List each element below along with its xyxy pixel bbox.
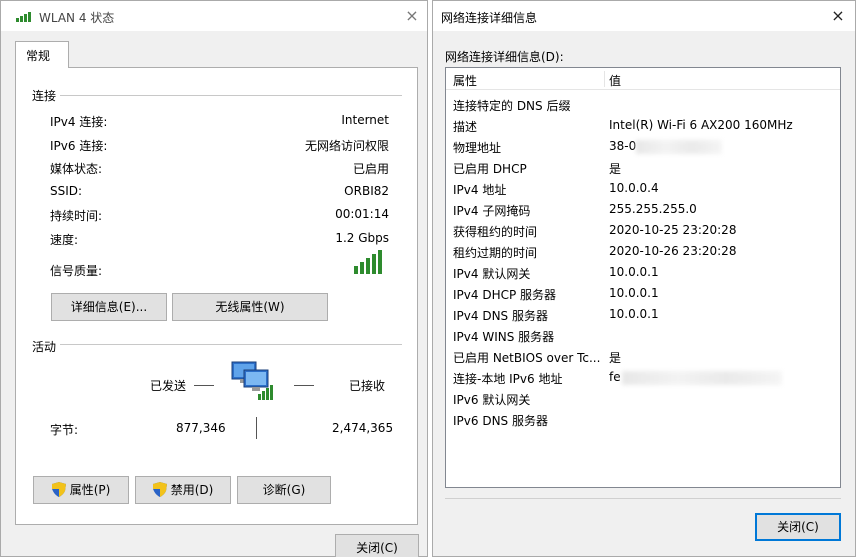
list-item[interactable]: 租约过期的时间 2020-10-26 23:20:28 bbox=[446, 241, 840, 262]
media-state-value: 已启用 bbox=[352, 162, 389, 176]
received-dash bbox=[294, 385, 314, 386]
media-state-label: 媒体状态: bbox=[50, 162, 103, 176]
list-item[interactable]: 已启用 DHCP 是 bbox=[446, 157, 840, 178]
ipv6-connectivity-value: 无网络访问权限 bbox=[304, 139, 389, 153]
list-item[interactable]: 描述 Intel(R) Wi-Fi 6 AX200 160MHz bbox=[446, 115, 840, 136]
disable-button[interactable]: 禁用(D) bbox=[135, 476, 231, 504]
list-item[interactable]: IPv6 默认网关 bbox=[446, 388, 840, 409]
details-button[interactable]: 详细信息(E)... bbox=[51, 293, 167, 321]
list-item[interactable]: IPv4 子网掩码 255.255.255.0 bbox=[446, 199, 840, 220]
duration-label: 持续时间: bbox=[50, 209, 103, 223]
list-item[interactable]: 连接特定的 DNS 后缀 bbox=[446, 94, 840, 115]
list-item[interactable]: IPv4 DHCP 服务器 10.0.0.1 bbox=[446, 283, 840, 304]
details-titlebar[interactable]: 网络连接详细信息 × bbox=[433, 1, 855, 31]
details-close-button[interactable]: 关闭(C) bbox=[755, 513, 841, 541]
tab-general-label: 常规 bbox=[26, 49, 51, 63]
list-item[interactable]: IPv4 地址 10.0.0.4 bbox=[446, 178, 840, 199]
list-item[interactable]: 连接-本地 IPv6 地址 fe bbox=[446, 367, 840, 388]
details-list[interactable]: 属性 值 连接特定的 DNS 后缀 描述 Intel(R) Wi-Fi 6 AX2… bbox=[445, 67, 841, 488]
list-item[interactable]: 获得租约的时间 2020-10-25 23:20:28 bbox=[446, 220, 840, 241]
ssid-label: SSID: bbox=[50, 184, 83, 198]
uac-shield-icon bbox=[152, 481, 167, 497]
details-list-label: 网络连接详细信息(D): bbox=[445, 50, 564, 64]
speed-value: 1.2 Gbps bbox=[335, 231, 389, 245]
details-window-title: 网络连接详细信息 bbox=[441, 11, 538, 25]
properties-button[interactable]: 属性(P) bbox=[33, 476, 129, 504]
ipv4-connectivity-label: IPv4 连接: bbox=[50, 115, 108, 129]
list-item[interactable]: IPv4 WINS 服务器 bbox=[446, 325, 840, 346]
list-item[interactable]: 已启用 NetBIOS over Tc... 是 bbox=[446, 346, 840, 367]
bytes-label: 字节: bbox=[50, 423, 79, 437]
close-icon[interactable]: × bbox=[828, 6, 848, 26]
list-item[interactable]: 物理地址 38-0 bbox=[446, 136, 840, 157]
received-label: 已接收 bbox=[349, 379, 386, 393]
signal-strength-icon bbox=[354, 250, 386, 274]
redacted-ipv6-address bbox=[622, 371, 782, 385]
ipv4-connectivity-value: Internet bbox=[341, 113, 389, 127]
list-item[interactable]: IPv4 DNS 服务器 10.0.0.1 bbox=[446, 304, 840, 325]
wlan-status-window: WLAN 4 状态 × 常规 连接 IPv4 连接: Internet IPv6… bbox=[0, 0, 428, 557]
wifi-signal-icon bbox=[16, 10, 34, 22]
details-list-header: 属性 值 bbox=[446, 68, 840, 90]
status-titlebar[interactable]: WLAN 4 状态 × bbox=[1, 1, 427, 31]
activity-group-line bbox=[32, 344, 402, 345]
tab-general[interactable]: 常规 bbox=[15, 41, 69, 68]
network-details-window: 网络连接详细信息 × 网络连接详细信息(D): 属性 值 连接特定的 DNS 后… bbox=[432, 0, 856, 557]
list-item[interactable]: IPv6 DNS 服务器 bbox=[446, 409, 840, 430]
connection-heading: 连接 bbox=[32, 87, 61, 104]
connection-group-line bbox=[32, 95, 402, 96]
disable-button-label: 禁用(D) bbox=[170, 483, 214, 497]
network-computers-icon bbox=[231, 361, 273, 400]
details-divider bbox=[445, 498, 841, 499]
redacted-mac-address bbox=[636, 140, 722, 154]
diagnose-button[interactable]: 诊断(G) bbox=[237, 476, 331, 504]
close-icon[interactable]: × bbox=[402, 6, 422, 26]
sent-dash bbox=[194, 385, 214, 386]
sent-label: 已发送 bbox=[150, 379, 187, 393]
duration-value: 00:01:14 bbox=[335, 207, 389, 221]
status-window-title: WLAN 4 状态 bbox=[39, 11, 115, 25]
bytes-separator bbox=[256, 417, 257, 439]
bytes-sent-value: 877,346 bbox=[176, 421, 226, 435]
activity-heading: 活动 bbox=[32, 338, 61, 355]
column-header-property[interactable]: 属性 bbox=[453, 72, 477, 89]
status-close-button[interactable]: 关闭(C) bbox=[335, 534, 419, 557]
general-tab-panel: 连接 IPv4 连接: Internet IPv6 连接: 无网络访问权限 媒体… bbox=[15, 67, 418, 525]
column-header-separator[interactable] bbox=[604, 71, 605, 87]
ssid-value: ORBI82 bbox=[344, 184, 389, 198]
uac-shield-icon bbox=[51, 481, 66, 497]
wireless-properties-button[interactable]: 无线属性(W) bbox=[172, 293, 328, 321]
signal-quality-label: 信号质量: bbox=[50, 264, 103, 278]
speed-label: 速度: bbox=[50, 233, 79, 247]
list-item[interactable]: IPv4 默认网关 10.0.0.1 bbox=[446, 262, 840, 283]
bytes-received-value: 2,474,365 bbox=[332, 421, 394, 435]
column-header-value[interactable]: 值 bbox=[609, 72, 621, 89]
properties-button-label: 属性(P) bbox=[69, 483, 111, 497]
ipv6-connectivity-label: IPv6 连接: bbox=[50, 139, 108, 153]
